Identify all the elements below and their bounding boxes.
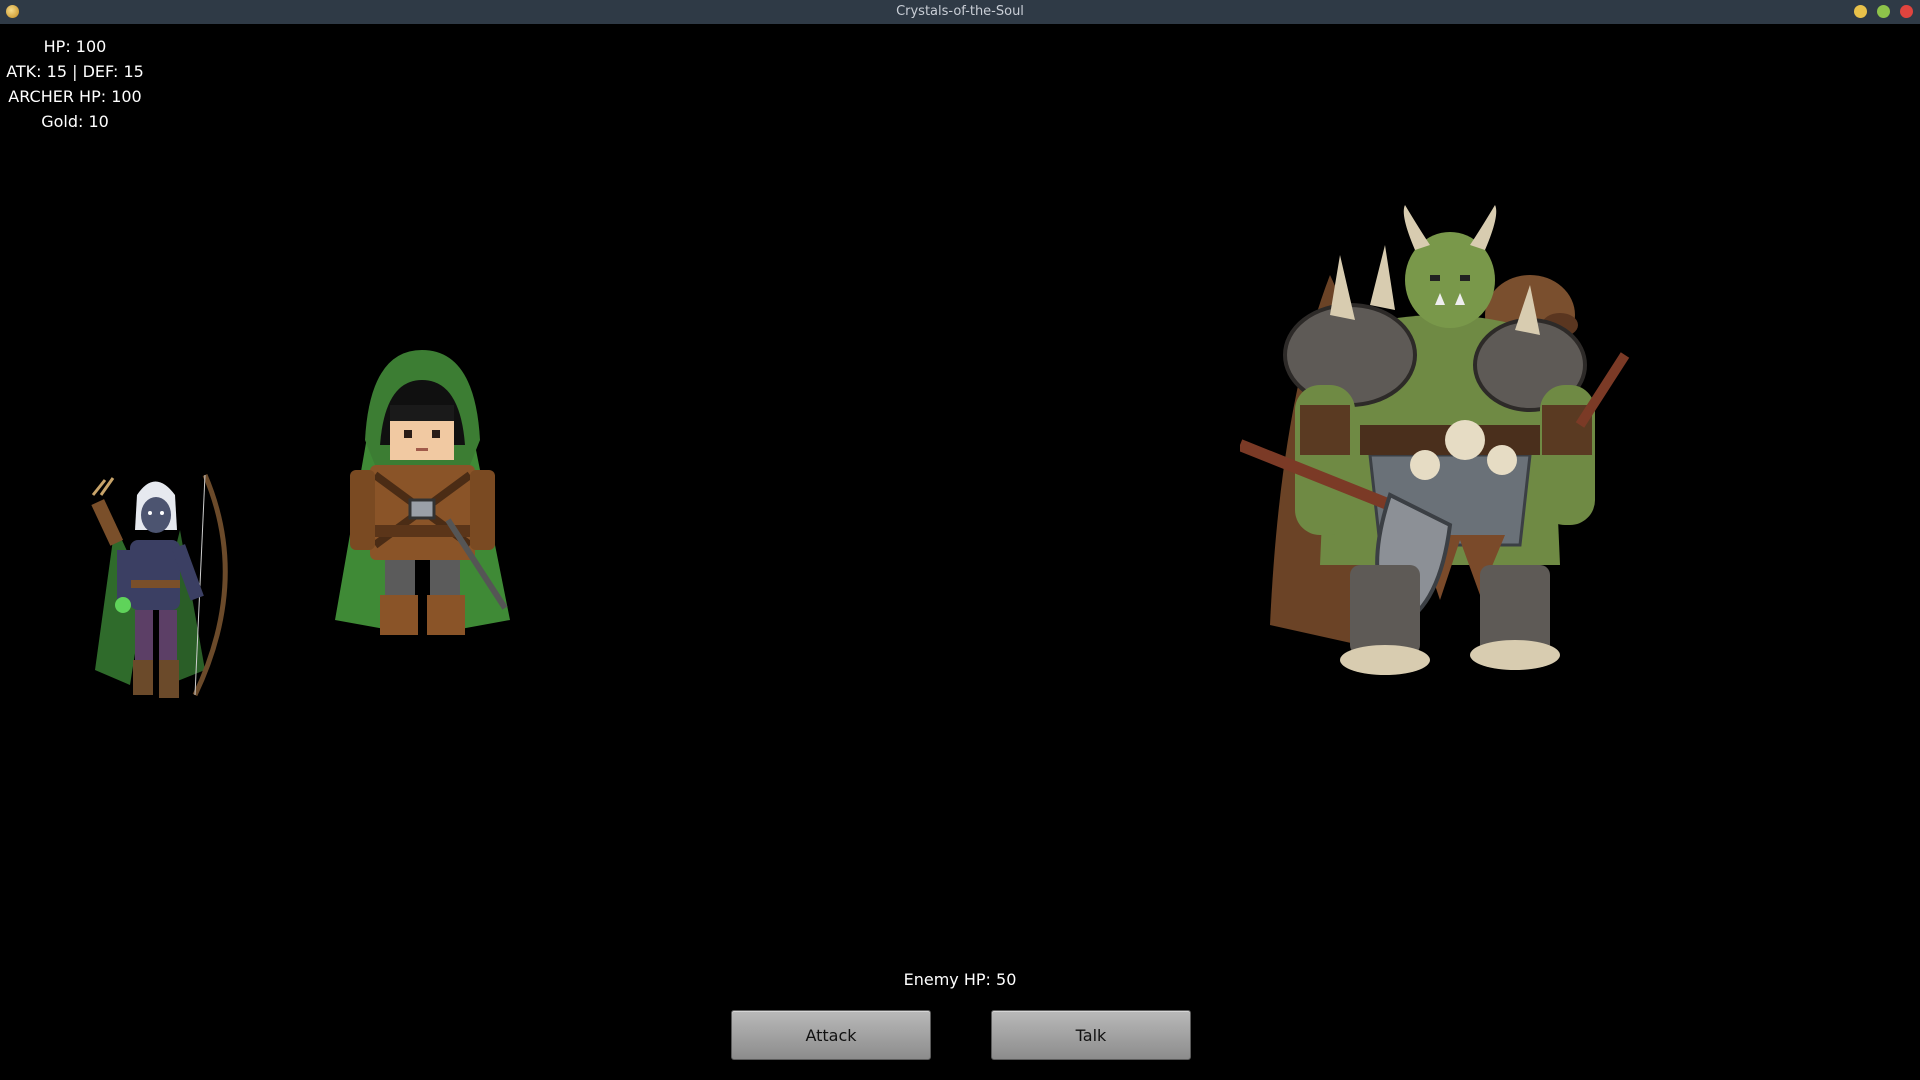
archer-hp: ARCHER HP: 100 — [8, 87, 142, 106]
gold-count: Gold: 10 — [41, 112, 109, 131]
player-atk-def: ATK: 15 | DEF: 15 — [6, 62, 144, 81]
player-hp: HP: 100 — [43, 37, 107, 56]
orc-enemy-sprite — [1240, 205, 1630, 675]
archer-sprite — [91, 474, 228, 698]
enemy-hp-label: Enemy HP: 50 — [903, 970, 1017, 989]
close-icon[interactable] — [1900, 5, 1913, 18]
talk-button[interactable]: Talk — [991, 1010, 1191, 1060]
player-stats-panel: HP: 100 ATK: 15 | DEF: 15 ARCHER HP: 100… — [0, 34, 150, 134]
minimize-icon[interactable] — [1854, 5, 1867, 18]
attack-button[interactable]: Attack — [731, 1010, 931, 1060]
window-titlebar: Crystals-of-the-Soul — [0, 0, 1920, 24]
window-title: Crystals-of-the-Soul — [896, 4, 1024, 19]
ranger-sprite — [335, 350, 510, 635]
maximize-icon[interactable] — [1877, 5, 1890, 18]
